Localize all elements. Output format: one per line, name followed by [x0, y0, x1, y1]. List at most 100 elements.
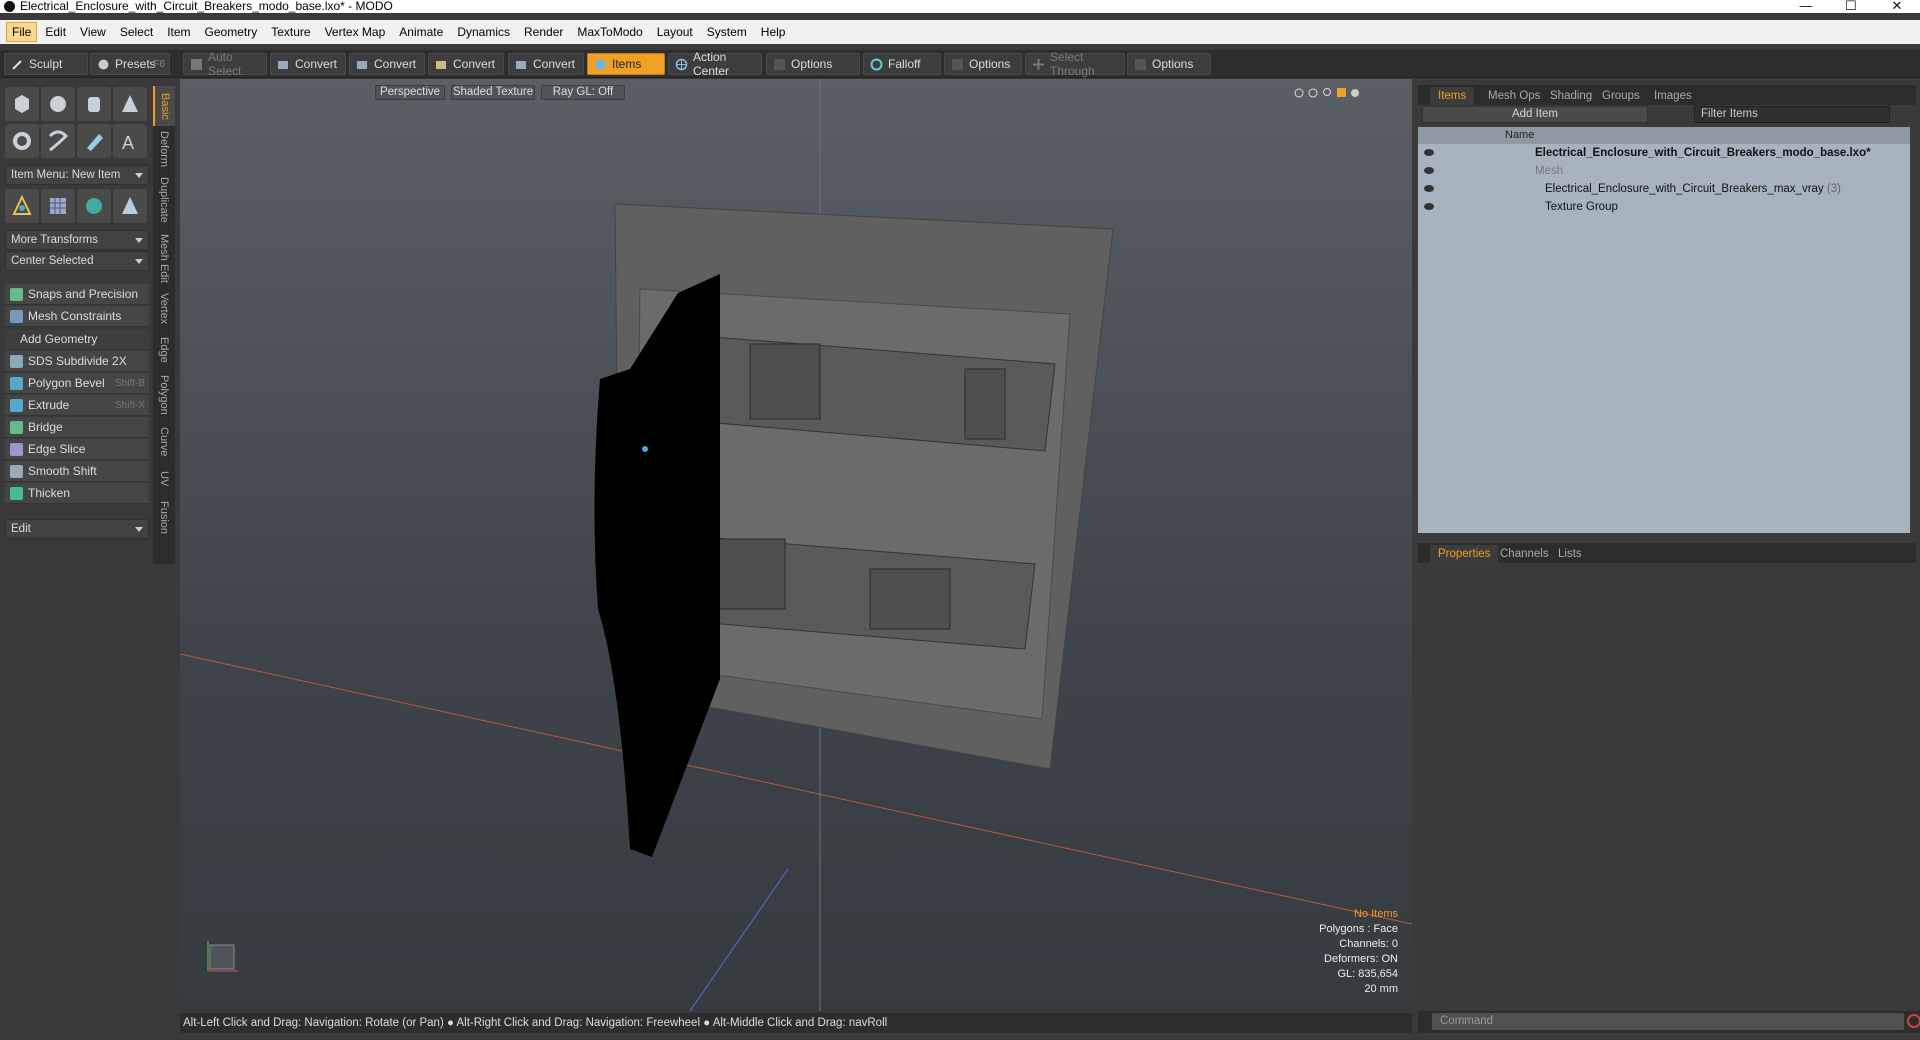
menu-view[interactable]: View	[74, 22, 112, 42]
item-row-group[interactable]: Electrical_Enclosure_with_Circuit_Breake…	[1418, 180, 1910, 198]
vtab-deform[interactable]: Deform	[153, 128, 175, 170]
item-menu-dropdown[interactable]: Item Menu: New Item	[5, 165, 149, 185]
visibility-eye-icon[interactable]	[1424, 167, 1434, 174]
grid-tool-button[interactable]	[41, 189, 75, 223]
tube-tool-button[interactable]	[41, 124, 75, 158]
edge-slice-button[interactable]: Edge Slice	[5, 439, 149, 460]
extrude-button[interactable]: Extrude Shift-X	[5, 395, 149, 416]
polygon-bevel-button[interactable]: Polygon Bevel Shift-B	[5, 373, 149, 394]
snaps-precision-button[interactable]: Snaps and Precision	[5, 284, 149, 305]
3d-viewport[interactable]: Perspective Shaded Texture Ray GL: Off N…	[180, 79, 1412, 1011]
menu-edit[interactable]: Edit	[39, 22, 72, 42]
viewport-nav-icons[interactable]	[1294, 86, 1364, 100]
vtab-mesh-edit[interactable]: Mesh Edit	[153, 230, 175, 286]
rotate-icon[interactable]	[1308, 88, 1318, 98]
options-button-3[interactable]: Options	[1127, 53, 1211, 75]
convert-polygons-button[interactable]: Convert	[428, 53, 504, 75]
menu-select[interactable]: Select	[114, 22, 159, 42]
tab-properties[interactable]: Properties	[1430, 545, 1499, 563]
menu-dynamics[interactable]: Dynamics	[451, 22, 516, 42]
vtab-vertex[interactable]: Vertex	[153, 288, 175, 330]
gear-icon[interactable]	[1351, 89, 1359, 97]
vtab-duplicate[interactable]: Duplicate	[153, 172, 175, 228]
sphere-primitive-button[interactable]	[41, 87, 75, 121]
vtab-basic[interactable]: Basic	[153, 86, 175, 126]
items-mode-button[interactable]: Items	[587, 53, 665, 75]
record-icon[interactable]	[1907, 1014, 1920, 1028]
convert-items-button[interactable]: Convert	[508, 53, 584, 75]
minimize-button[interactable]: —	[1783, 0, 1829, 13]
cube-primitive-button[interactable]	[5, 87, 39, 121]
visibility-eye-icon[interactable]	[1424, 185, 1434, 192]
view-perspective-button[interactable]: Perspective	[375, 85, 445, 100]
menu-help[interactable]: Help	[755, 22, 792, 42]
zoom-icon[interactable]	[1323, 88, 1331, 96]
convert-edges-button[interactable]: Convert	[349, 53, 425, 75]
more-transforms-dropdown[interactable]: More Transforms	[5, 230, 149, 250]
menu-maxtomodo[interactable]: MaxToModo	[571, 22, 648, 42]
move-tool-button[interactable]	[5, 189, 39, 223]
convert-vertices-button[interactable]: Convert	[270, 53, 346, 75]
tab-shading[interactable]: Shading	[1542, 87, 1600, 105]
item-row-texture-group[interactable]: Texture Group	[1418, 198, 1910, 216]
menu-item[interactable]: Item	[161, 22, 196, 42]
tube-icon	[48, 130, 69, 152]
menu-vertex-map[interactable]: Vertex Map	[319, 22, 392, 42]
cone-primitive-button[interactable]	[113, 87, 147, 121]
torus-primitive-button[interactable]	[5, 124, 39, 158]
select-through-button[interactable]: Select Through	[1025, 50, 1125, 78]
presets-button[interactable]: Presets F6	[90, 53, 170, 75]
menu-geometry[interactable]: Geometry	[199, 22, 264, 42]
smooth-shift-button[interactable]: Smooth Shift	[5, 461, 149, 482]
falloff-button[interactable]: Falloff	[863, 53, 941, 75]
command-input[interactable]: Command	[1432, 1013, 1904, 1030]
filter-items-input[interactable]: Filter Items	[1694, 106, 1890, 123]
mesh-constraints-button[interactable]: Mesh Constraints	[5, 306, 149, 327]
pan-icon[interactable]	[1294, 88, 1304, 98]
vtab-uv[interactable]: UV	[153, 464, 175, 494]
add-item-dropdown[interactable]: Add Item	[1422, 106, 1648, 123]
sculpt-button[interactable]: Sculpt	[4, 53, 88, 75]
pen-tool-button[interactable]	[77, 124, 111, 158]
auto-select-button[interactable]: Auto Select	[183, 50, 267, 78]
vtab-edge[interactable]: Edge	[153, 332, 175, 368]
bridge-button[interactable]: Bridge	[5, 417, 149, 438]
add-geometry-section[interactable]: Add Geometry	[5, 330, 149, 349]
action-center-button[interactable]: Action Center	[668, 50, 762, 78]
edit-dropdown[interactable]: Edit	[5, 519, 149, 539]
center-selected-dropdown[interactable]: Center Selected	[5, 251, 149, 271]
menu-system[interactable]: System	[701, 22, 753, 42]
vtab-curve[interactable]: Curve	[153, 422, 175, 462]
sds-subdivide-button[interactable]: SDS Subdivide 2X	[5, 351, 149, 372]
menu-file[interactable]: File	[6, 22, 38, 42]
text-tool-button[interactable]: A	[113, 124, 147, 158]
globe-tool-button[interactable]	[77, 189, 111, 223]
close-button[interactable]: ✕	[1874, 0, 1920, 13]
shading-mode-button[interactable]: Shaded Texture	[451, 85, 535, 100]
options-button-2[interactable]: Options	[944, 53, 1022, 75]
tab-channels[interactable]: Channels	[1492, 545, 1557, 563]
cylinder-primitive-button[interactable]	[77, 87, 111, 121]
tab-items[interactable]: Items	[1430, 87, 1475, 105]
visibility-eye-icon[interactable]	[1424, 149, 1434, 156]
item-row-scene[interactable]: Electrical_Enclosure_with_Circuit_Breake…	[1418, 144, 1910, 162]
options-button-1[interactable]: Options	[766, 53, 860, 75]
menu-layout[interactable]: Layout	[651, 22, 699, 42]
thicken-button[interactable]: Thicken	[5, 483, 149, 504]
tab-groups[interactable]: Groups	[1594, 87, 1648, 105]
fit-icon[interactable]	[1337, 88, 1346, 97]
tab-lists[interactable]: Lists	[1550, 545, 1590, 563]
visibility-eye-icon[interactable]	[1424, 203, 1434, 210]
menu-animate[interactable]: Animate	[393, 22, 449, 42]
vtab-polygon[interactable]: Polygon	[153, 370, 175, 420]
pyramid-tool-button[interactable]	[113, 189, 147, 223]
menu-texture[interactable]: Texture	[265, 22, 316, 42]
menu-render[interactable]: Render	[518, 22, 569, 42]
raygl-toggle[interactable]: Ray GL: Off	[541, 85, 625, 100]
tab-images[interactable]: Images	[1646, 87, 1700, 105]
constraint-icon	[10, 310, 23, 323]
tab-mesh-ops[interactable]: Mesh Ops	[1480, 87, 1548, 105]
vtab-fusion[interactable]: Fusion	[153, 496, 175, 540]
maximize-button[interactable]: ☐	[1828, 0, 1874, 13]
item-row-mesh[interactable]: Mesh	[1418, 162, 1910, 180]
